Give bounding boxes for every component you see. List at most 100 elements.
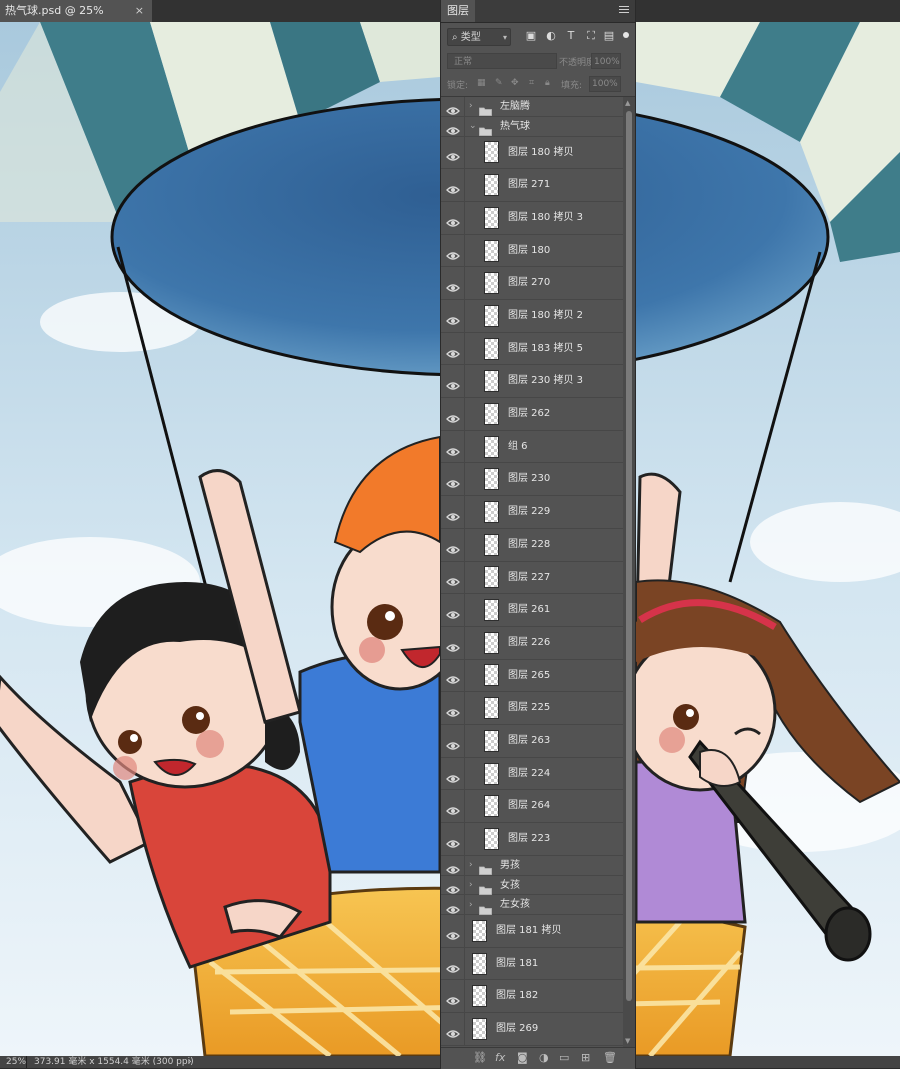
mask-icon[interactable]: ◙ xyxy=(517,1051,528,1065)
chevron-right-icon[interactable]: › xyxy=(469,879,473,891)
lock-move-icon[interactable]: ✥ xyxy=(511,78,519,88)
close-icon[interactable]: × xyxy=(135,0,144,22)
layer-row[interactable]: 图层 262 xyxy=(441,398,623,431)
adjustment-icon[interactable]: ◑ xyxy=(539,1051,549,1065)
layer-row[interactable]: 图层 270 xyxy=(441,267,623,301)
layer-row[interactable]: 图层 183 拷贝 5 xyxy=(441,332,623,366)
eye-icon[interactable] xyxy=(446,703,460,717)
layer-row[interactable]: 图层 225 xyxy=(441,692,623,725)
layer-row[interactable]: 组 6 xyxy=(441,430,623,464)
eye-icon[interactable] xyxy=(446,121,460,135)
layer-row[interactable]: 图层 271 xyxy=(441,169,623,202)
status-arrow-icon[interactable]: › xyxy=(188,1056,192,1068)
layer-row[interactable]: 图层 229 xyxy=(441,496,623,529)
layer-group-row[interactable]: › 男孩 xyxy=(441,855,623,876)
fx-icon[interactable]: fx xyxy=(495,1051,505,1065)
type-filter-icon[interactable]: T xyxy=(565,30,577,42)
filter-kind-select[interactable]: ⌕ 类型 ▾ xyxy=(447,28,511,46)
eye-icon[interactable] xyxy=(446,147,460,162)
eye-icon[interactable] xyxy=(446,769,460,783)
eye-icon[interactable] xyxy=(446,311,460,325)
chevron-right-icon[interactable]: › xyxy=(469,899,473,911)
eye-icon[interactable] xyxy=(446,278,460,292)
layer-row[interactable]: 图层 180 拷贝 xyxy=(441,136,623,170)
layer-group-row[interactable]: ⌄ 热气球 xyxy=(441,116,623,137)
filter-toggle-icon[interactable] xyxy=(623,32,629,38)
layer-row[interactable]: 图层 226 xyxy=(441,626,623,660)
layer-row[interactable]: 图层 263 xyxy=(441,724,623,758)
eye-icon[interactable] xyxy=(446,670,460,685)
blend-mode-select[interactable]: 正常 xyxy=(447,53,557,69)
eye-icon[interactable] xyxy=(446,246,460,260)
zoom-level[interactable]: 25% xyxy=(6,1056,26,1068)
eye-icon[interactable] xyxy=(446,507,460,521)
layers-scrollbar[interactable]: ▲ ▼ xyxy=(623,97,635,1047)
new-group-icon[interactable]: ▭ xyxy=(559,1051,569,1065)
layer-thumbnail xyxy=(484,795,499,818)
eye-icon[interactable] xyxy=(446,1024,460,1038)
layer-row[interactable]: 图层 223 xyxy=(441,823,623,856)
lock-paint-icon[interactable]: ✎ xyxy=(495,78,503,88)
scroll-thumb[interactable] xyxy=(626,111,632,1001)
eye-icon[interactable] xyxy=(446,344,460,358)
scroll-down-icon[interactable]: ▼ xyxy=(625,1037,630,1045)
layer-row[interactable]: 图层 180 拷贝 3 xyxy=(441,201,623,235)
layer-row[interactable]: 图层 224 xyxy=(441,757,623,791)
eye-icon[interactable] xyxy=(446,540,460,554)
layer-group-row[interactable]: › 女孩 xyxy=(441,875,623,896)
eye-icon[interactable] xyxy=(446,880,460,894)
image-filter-icon[interactable]: ▣ xyxy=(525,30,537,42)
chevron-right-icon[interactable]: › xyxy=(469,859,473,871)
layer-row[interactable]: 图层 265 xyxy=(441,659,623,693)
eye-icon[interactable] xyxy=(446,638,460,652)
eye-icon[interactable] xyxy=(446,180,460,194)
lock-all-icon[interactable]: 🔒︎ xyxy=(545,78,550,88)
eye-icon[interactable] xyxy=(446,409,460,423)
fill-field[interactable]: 100% xyxy=(589,76,621,92)
eye-icon[interactable] xyxy=(446,801,460,815)
link-icon[interactable]: ⛓ xyxy=(473,1051,487,1065)
adjustment-filter-icon[interactable]: ◐ xyxy=(545,30,557,42)
eye-icon[interactable] xyxy=(446,442,460,456)
layer-row[interactable]: 图层 269 xyxy=(441,1013,623,1046)
eye-icon[interactable] xyxy=(446,736,460,750)
chevron-down-icon[interactable]: ⌄ xyxy=(469,120,477,132)
document-tab[interactable]: 热气球.psd @ 25%(RGB/8#) * × xyxy=(0,0,152,39)
lock-artboard-icon[interactable]: ⌗ xyxy=(529,78,534,88)
eye-icon[interactable] xyxy=(446,926,460,940)
eye-icon[interactable] xyxy=(446,572,460,587)
panel-tab-layers[interactable]: 图层 xyxy=(441,0,475,22)
scroll-up-icon[interactable]: ▲ xyxy=(625,99,630,107)
new-layer-icon[interactable]: ⊞ xyxy=(581,1051,590,1065)
layer-row[interactable]: 图层 230 拷贝 3 xyxy=(441,365,623,399)
eye-icon[interactable] xyxy=(446,991,460,1005)
eye-icon[interactable] xyxy=(446,605,460,619)
layer-row[interactable]: 图层 228 xyxy=(441,528,623,562)
eye-icon[interactable] xyxy=(446,860,460,874)
smart-object-filter-icon[interactable]: ▤ xyxy=(603,30,615,42)
eye-icon[interactable] xyxy=(446,101,460,116)
layer-row[interactable]: 图层 181 xyxy=(441,947,623,981)
layer-row[interactable]: 图层 227 xyxy=(441,561,623,595)
eye-icon[interactable] xyxy=(446,213,460,227)
layer-row[interactable]: 图层 264 xyxy=(441,790,623,824)
layer-row[interactable]: 图层 230 xyxy=(441,463,623,497)
layer-row[interactable]: 图层 180 拷贝 2 xyxy=(441,300,623,333)
lock-transparent-icon[interactable]: ▦ xyxy=(477,78,486,88)
layer-group-row[interactable]: › 左女孩 xyxy=(441,895,623,916)
layer-row[interactable]: 图层 181 拷贝 xyxy=(441,915,623,948)
layer-group-row[interactable]: › 左脑腾 xyxy=(441,97,623,117)
panel-menu-icon[interactable] xyxy=(619,6,629,15)
layer-row[interactable]: 图层 261 xyxy=(441,594,623,627)
layer-row[interactable]: 图层 182 xyxy=(441,980,623,1014)
chevron-right-icon[interactable]: › xyxy=(469,100,473,112)
layer-row[interactable]: 图层 180 xyxy=(441,234,623,268)
eye-icon[interactable] xyxy=(446,474,460,488)
trash-icon[interactable]: 🗑︎ xyxy=(603,1051,617,1065)
eye-icon[interactable] xyxy=(446,900,460,914)
eye-icon[interactable] xyxy=(446,834,460,848)
opacity-field[interactable]: 100% xyxy=(591,53,621,69)
shape-filter-icon[interactable]: ⛶ xyxy=(585,30,597,42)
eye-icon[interactable] xyxy=(446,959,460,973)
eye-icon[interactable] xyxy=(446,376,460,390)
